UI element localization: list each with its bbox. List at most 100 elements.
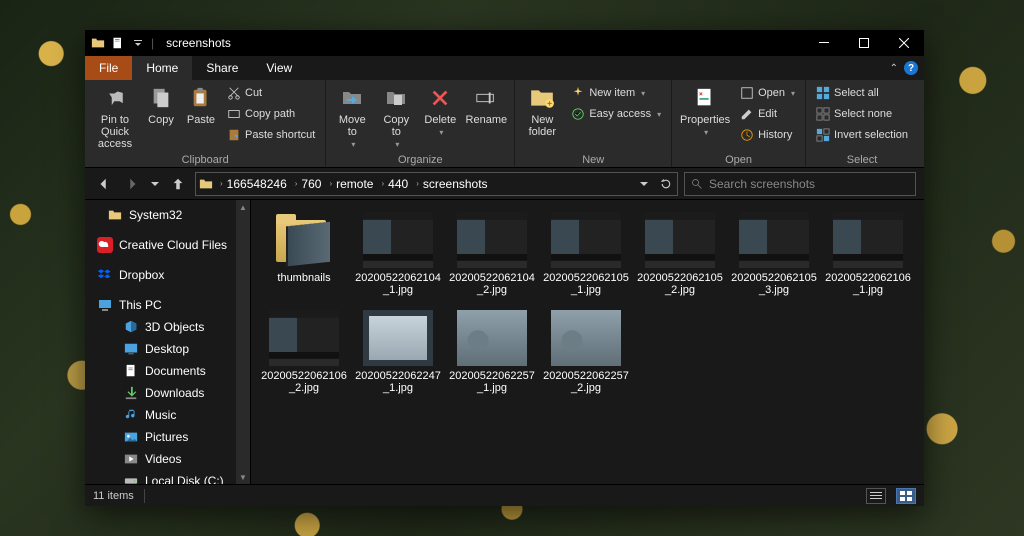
invert-selection-button[interactable]: Invert selection (812, 126, 912, 144)
file-item[interactable]: 20200522062104_2.jpg (447, 212, 537, 296)
tab-home[interactable]: Home (132, 56, 192, 80)
tab-share[interactable]: Share (192, 56, 252, 80)
tree-item-local-disk-c[interactable]: Local Disk (C:) (85, 470, 250, 484)
separator (144, 489, 145, 503)
item-label: 20200522062104_2.jpg (447, 272, 537, 296)
edit-button[interactable]: Edit (736, 105, 799, 123)
scrollbar[interactable] (236, 200, 250, 484)
breadcrumb-segment[interactable]: ›440 (377, 177, 412, 191)
item-label: 20200522062105_2.jpg (635, 272, 725, 296)
file-item[interactable]: 20200522062106_2.jpg (259, 310, 349, 394)
file-item[interactable]: 20200522062105_1.jpg (541, 212, 631, 296)
properties-button[interactable]: Properties▾ (678, 82, 732, 137)
qat-dropdown-icon[interactable] (131, 36, 145, 50)
delete-button[interactable]: Delete▾ (420, 82, 460, 137)
breadcrumb-segment[interactable]: ›760 (291, 177, 326, 191)
paste-button[interactable]: Paste (183, 82, 219, 126)
pin-to-quick-access-button[interactable]: Pin to Quick access (91, 82, 139, 150)
file-item[interactable]: 20200522062106_1.jpg (823, 212, 913, 296)
select-all-icon (816, 86, 830, 100)
search-input[interactable]: Search screenshots (684, 172, 916, 196)
item-label: 20200522062106_2.jpg (259, 370, 349, 394)
image-thumbnail (739, 212, 809, 268)
ribbon-group-clipboard: Pin to Quick access Copy Paste Cut Copy … (85, 80, 326, 167)
collapse-ribbon-icon[interactable]: ⌃ (890, 63, 898, 74)
folder-item[interactable]: thumbnails (259, 212, 349, 296)
ribbon-group-new: New folder New item▾ Easy access▾ New (515, 80, 672, 167)
tree-item-this-pc[interactable]: This PC (85, 294, 250, 316)
ribbon-tabstrip: File Home Share View ⌃ ? (85, 56, 924, 80)
file-item[interactable]: 20200522062105_3.jpg (729, 212, 819, 296)
address-dropdown-button[interactable] (633, 173, 655, 195)
file-item[interactable]: 20200522062104_1.jpg (353, 212, 443, 296)
titlebar[interactable]: | screenshots (85, 30, 924, 56)
tree-item-system32[interactable]: System32 (85, 204, 250, 226)
forward-button[interactable] (121, 173, 143, 195)
tree-item-dropbox[interactable]: Dropbox (85, 264, 250, 286)
status-item-count: 11 items (93, 490, 134, 502)
close-button[interactable] (884, 30, 924, 56)
thumbnails-view-button[interactable] (896, 488, 916, 504)
new-item-button[interactable]: New item▾ (567, 84, 665, 102)
select-none-button[interactable]: Select none (812, 105, 912, 123)
copy-path-button[interactable]: Copy path (223, 105, 319, 123)
address-bar[interactable]: ›166548246 ›760 ›remote ›440 ›screenshot… (195, 172, 678, 196)
tab-view[interactable]: View (252, 56, 306, 80)
up-button[interactable] (167, 173, 189, 195)
copy-icon (147, 84, 175, 112)
history-icon (740, 128, 754, 142)
minimize-button[interactable] (804, 30, 844, 56)
scroll-down-icon[interactable]: ▼ (236, 470, 250, 484)
file-item[interactable]: 20200522062257_1.jpg (447, 310, 537, 394)
breadcrumb-segment[interactable]: ›remote (325, 177, 377, 191)
navigation-bar: ›166548246 ›760 ›remote ›440 ›screenshot… (85, 168, 924, 200)
tab-file[interactable]: File (85, 56, 132, 80)
tree-item-music[interactable]: Music (85, 404, 250, 426)
copy-button[interactable]: Copy (143, 82, 179, 126)
image-thumbnail (645, 212, 715, 268)
navigation-tree[interactable]: ▲ ▼ System32 Creative Cloud Files Dropbo… (85, 200, 251, 484)
qat-item-icon[interactable] (111, 36, 125, 50)
content-pane[interactable]: thumbnails20200522062104_1.jpg2020052206… (251, 200, 924, 484)
recent-locations-button[interactable] (149, 173, 161, 195)
back-button[interactable] (93, 173, 115, 195)
ribbon-group-organize: Move to▾ Copy to▾ Delete▾ Rename Organiz… (326, 80, 515, 167)
file-explorer-window: | screenshots File Home Share View ⌃ ? P… (85, 30, 924, 506)
paste-shortcut-button[interactable]: Paste shortcut (223, 126, 319, 144)
tree-item-downloads[interactable]: Downloads (85, 382, 250, 404)
file-item[interactable]: 20200522062257_2.jpg (541, 310, 631, 394)
creative-cloud-icon (97, 237, 113, 253)
tree-item-documents[interactable]: Documents (85, 360, 250, 382)
select-all-button[interactable]: Select all (812, 84, 912, 102)
scroll-up-icon[interactable]: ▲ (236, 200, 250, 214)
copy-to-button[interactable]: Copy to▾ (376, 82, 416, 149)
tree-item-3d-objects[interactable]: 3D Objects (85, 316, 250, 338)
open-button[interactable]: Open▾ (736, 84, 799, 102)
quick-access-toolbar: | (85, 36, 160, 50)
breadcrumb-segment[interactable]: ›screenshots (412, 177, 491, 191)
tree-item-creative-cloud[interactable]: Creative Cloud Files (85, 234, 250, 256)
item-label: 20200522062106_1.jpg (823, 272, 913, 296)
edit-icon (740, 107, 754, 121)
downloads-icon (123, 385, 139, 401)
move-to-button[interactable]: Move to▾ (332, 82, 372, 149)
details-view-button[interactable] (866, 488, 886, 504)
tree-item-videos[interactable]: Videos (85, 448, 250, 470)
move-to-icon (338, 84, 366, 112)
this-pc-icon (97, 297, 113, 313)
ribbon-group-select: Select all Select none Invert selection … (806, 80, 918, 167)
new-folder-button[interactable]: New folder (521, 82, 563, 138)
file-item[interactable]: 20200522062105_2.jpg (635, 212, 725, 296)
desktop-icon (123, 341, 139, 357)
breadcrumb-segment[interactable]: ›166548246 (216, 177, 291, 191)
file-item[interactable]: 20200522062247_1.jpg (353, 310, 443, 394)
tree-item-desktop[interactable]: Desktop (85, 338, 250, 360)
rename-button[interactable]: Rename (464, 82, 508, 126)
help-icon[interactable]: ? (904, 61, 918, 75)
maximize-button[interactable] (844, 30, 884, 56)
cut-button[interactable]: Cut (223, 84, 319, 102)
tree-item-pictures[interactable]: Pictures (85, 426, 250, 448)
history-button[interactable]: History (736, 126, 799, 144)
refresh-button[interactable] (655, 173, 677, 195)
easy-access-button[interactable]: Easy access▾ (567, 105, 665, 123)
